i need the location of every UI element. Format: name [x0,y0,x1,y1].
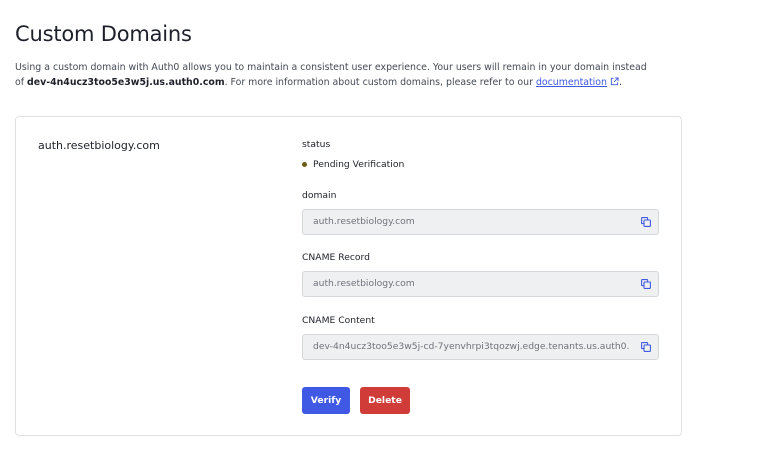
status-value: Pending Verification [313,159,405,170]
cname-content-value: dev-4n4ucz3too5e3w5j-cd-7yenvhrpi3tqozwj… [313,341,630,352]
cname-record-value: auth.resetbiology.com [313,278,415,289]
copy-icon[interactable] [640,341,652,353]
cname-record-field[interactable]: auth.resetbiology.com [302,271,659,297]
cname-content-label: CNAME Content [302,315,375,326]
domain-details: status Pending Verification domain auth.… [302,117,660,435]
status-dot-icon [302,162,307,167]
domain-field[interactable]: auth.resetbiology.com [302,209,659,235]
page-title: Custom Domains [15,22,192,46]
delete-button[interactable]: Delete [360,387,410,414]
custom-domain-name: auth.resetbiology.com [38,139,160,152]
tenant-domain: dev-4n4ucz3too5e3w5j.us.auth0.com [27,77,225,88]
documentation-link[interactable]: documentation [536,77,607,88]
copy-icon[interactable] [640,216,652,228]
cname-content-field[interactable]: dev-4n4ucz3too5e3w5j-cd-7yenvhrpi3tqozwj… [302,334,659,360]
cname-record-label: CNAME Record [302,252,370,263]
intro-text: Using a custom domain with Auth0 allows … [15,62,647,88]
external-link-icon [610,77,619,86]
verify-button[interactable]: Verify [302,387,350,414]
domain-label: domain [302,190,337,201]
custom-domain-card: auth.resetbiology.com status Pending Ver… [15,116,682,436]
domain-value: auth.resetbiology.com [313,216,415,227]
copy-icon[interactable] [640,278,652,290]
status-label: status [302,139,331,150]
status-indicator: Pending Verification [302,159,404,170]
